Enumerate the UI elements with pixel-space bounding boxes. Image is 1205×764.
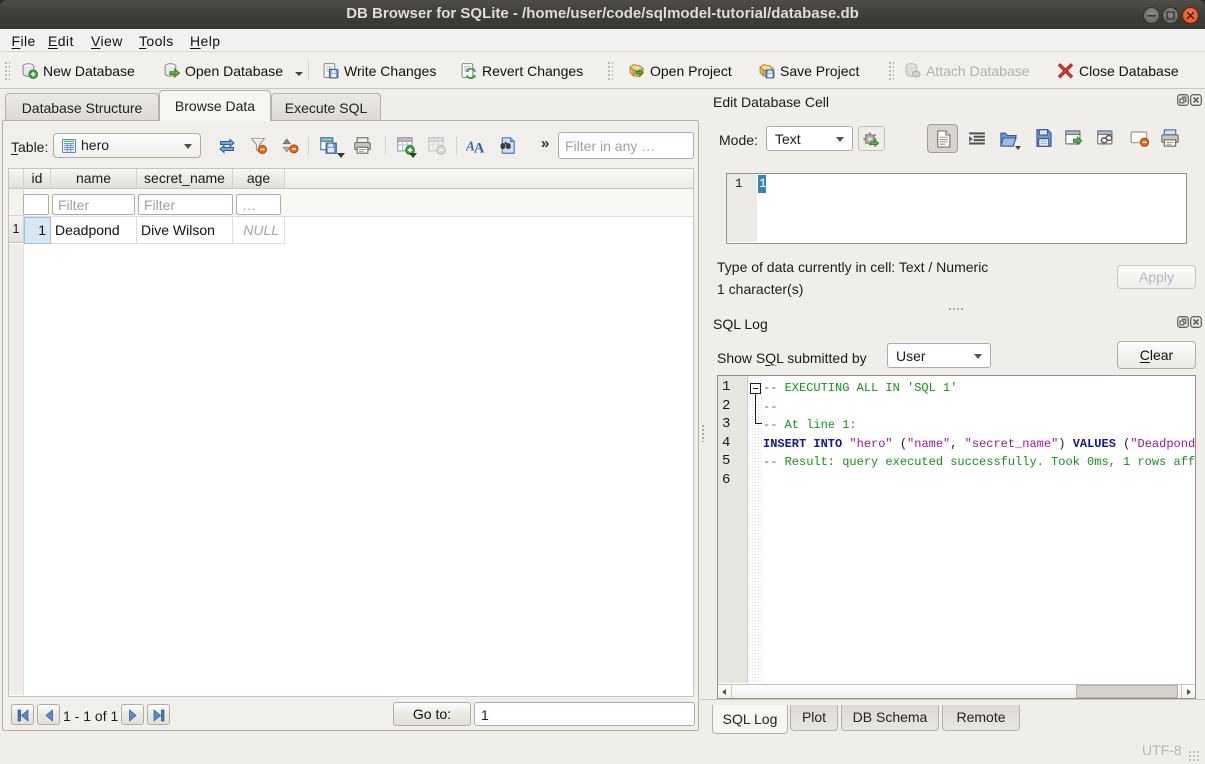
svg-text:A: A [474,141,485,155]
